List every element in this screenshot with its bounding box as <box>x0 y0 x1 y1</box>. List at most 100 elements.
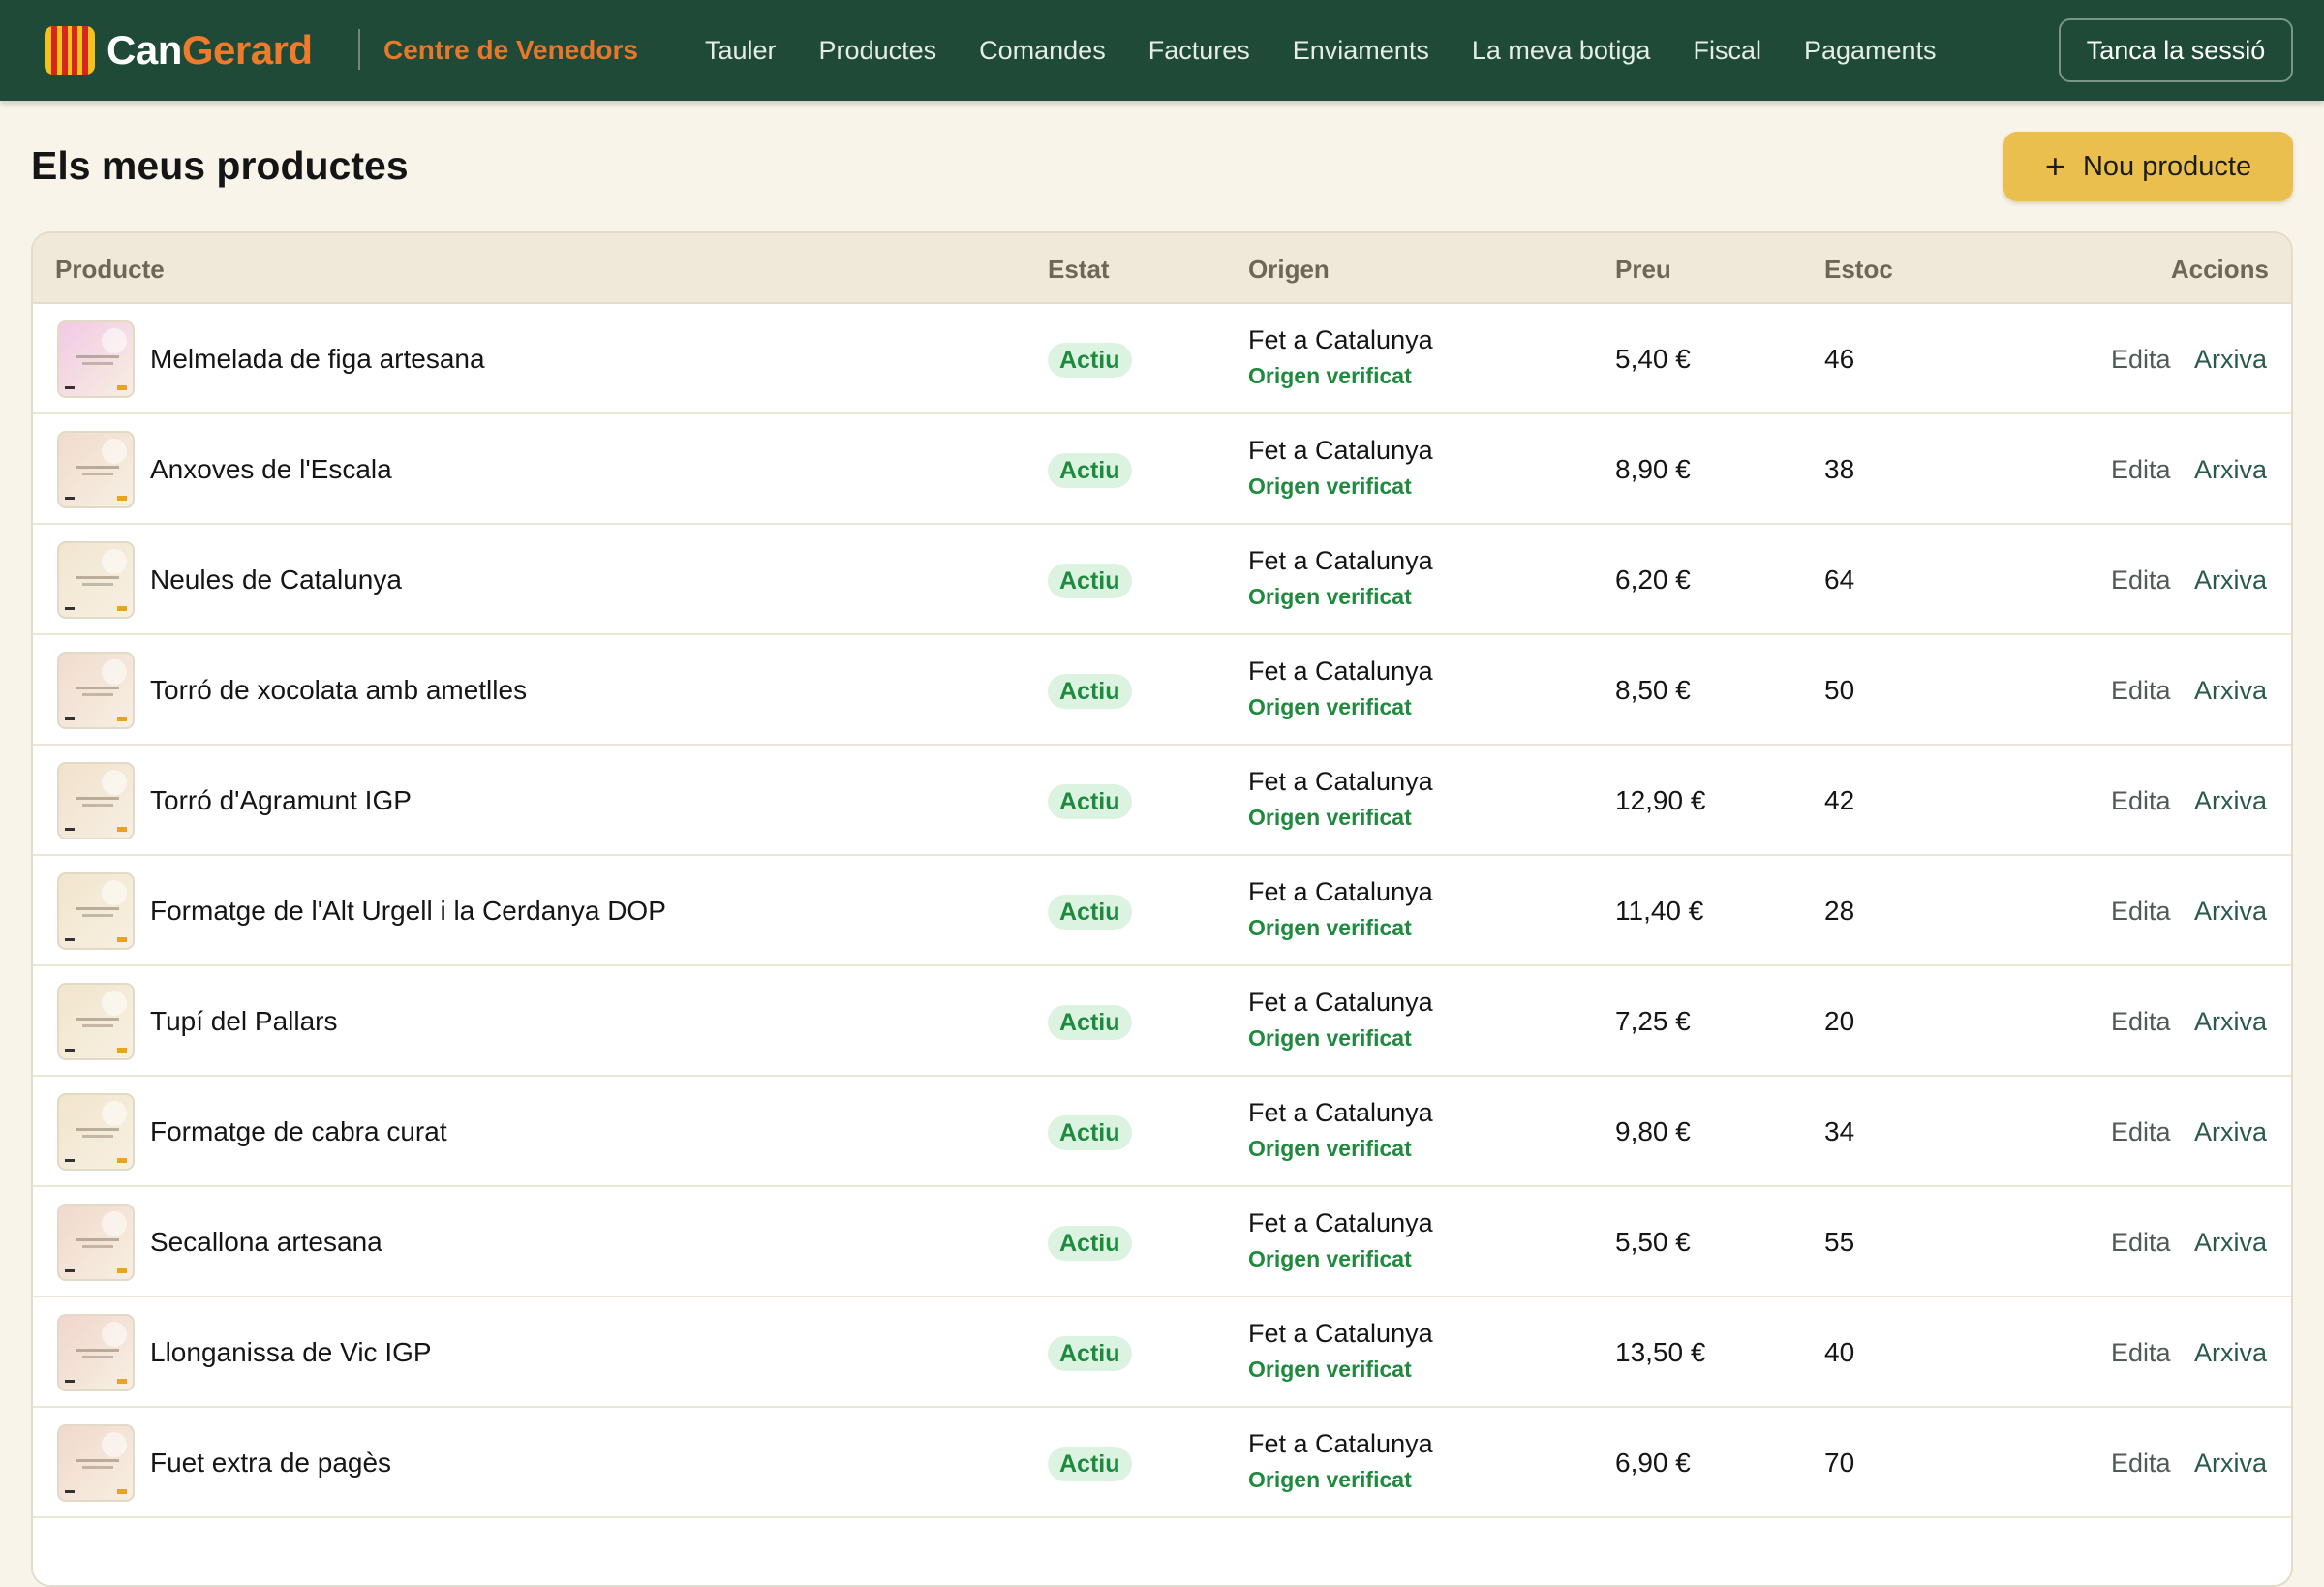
archive-link[interactable]: Arxiva <box>2194 343 2267 376</box>
new-product-button[interactable]: + Nou producte <box>2003 132 2293 201</box>
product-origin: Fet a Catalunya <box>1248 1319 1433 1348</box>
table-row[interactable]: Fuet extra de pagès Actiu Fet a Catalunya O… <box>33 1408 2291 1518</box>
logout-button[interactable]: Tanca la sessió <box>2059 18 2293 82</box>
table-row[interactable]: Neules de Catalunya Actiu Fet a Catalunya O… <box>33 525 2291 635</box>
status-badge: Actiu <box>1048 1447 1132 1481</box>
edit-link[interactable]: Edita <box>2111 1005 2171 1038</box>
product-thumbnail[interactable] <box>57 1424 135 1502</box>
product-stock: 64 <box>1824 565 1855 595</box>
product-name[interactable]: Llonganissa de Vic IGP <box>150 1336 432 1369</box>
section-name[interactable]: Centre de Venedors <box>383 33 638 68</box>
thumbnail-text-line <box>76 1128 119 1131</box>
edit-link[interactable]: Edita <box>2111 674 2171 707</box>
product-name[interactable]: Melmelada de figa artesana <box>150 343 485 376</box>
table-row[interactable]: Tupí del Pallars Actiu Fet a Catalunya Orig… <box>33 966 2291 1077</box>
archive-link[interactable]: Arxiva <box>2194 1336 2267 1369</box>
product-price: 5,40 € <box>1615 344 1691 374</box>
thumbnail-flag-icon <box>117 827 127 832</box>
table-header: Producte Estat Origen Preu Estoc Accions <box>33 233 2291 304</box>
thumbnail-flag-icon <box>117 1379 127 1384</box>
product-thumbnail[interactable] <box>57 1093 135 1171</box>
product-thumbnail[interactable] <box>57 541 135 619</box>
product-stock: 46 <box>1824 344 1855 374</box>
table-row[interactable]: Formatge de l'Alt Urgell i la Cerdanya D… <box>33 856 2291 966</box>
edit-link[interactable]: Edita <box>2111 1447 2171 1480</box>
archive-link[interactable]: Arxiva <box>2194 674 2267 707</box>
edit-link[interactable]: Edita <box>2111 784 2171 817</box>
nav-item-pagaments[interactable]: Pagaments <box>1804 33 1937 68</box>
product-name[interactable]: Torró d'Agramunt IGP <box>150 784 412 817</box>
product-name[interactable]: Formatge de cabra curat <box>150 1115 447 1148</box>
origin-verified-label: Origen verificat <box>1248 694 1412 719</box>
column-header-estat[interactable]: Estat <box>1048 255 1110 284</box>
product-name[interactable]: Anxoves de l'Escala <box>150 453 392 486</box>
edit-link[interactable]: Edita <box>2111 343 2171 376</box>
table-row[interactable]: Torró de xocolata amb ametlles Actiu Fet a… <box>33 635 2291 746</box>
product-name[interactable]: Fuet extra de pagès <box>150 1447 391 1480</box>
edit-link[interactable]: Edita <box>2111 564 2171 596</box>
edit-link[interactable]: Edita <box>2111 1336 2171 1369</box>
nav-item-productes[interactable]: Productes <box>819 33 937 68</box>
archive-link[interactable]: Arxiva <box>2194 1115 2267 1148</box>
product-price: 9,80 € <box>1615 1116 1691 1146</box>
archive-link[interactable]: Arxiva <box>2194 453 2267 486</box>
brand-name[interactable]: CanGerard <box>107 25 313 76</box>
product-stock: 34 <box>1824 1116 1855 1146</box>
product-thumbnail[interactable] <box>57 652 135 729</box>
product-price: 13,50 € <box>1615 1337 1706 1367</box>
thumbnail-tag <box>65 386 75 389</box>
senyera-logo-icon[interactable] <box>45 26 95 75</box>
nav-item-tauler[interactable]: Tauler <box>705 33 777 68</box>
edit-link[interactable]: Edita <box>2111 1226 2171 1259</box>
table-row[interactable]: Torró d'Agramunt IGP Actiu Fet a Catalunya… <box>33 746 2291 856</box>
status-badge: Actiu <box>1048 1115 1132 1150</box>
product-name[interactable]: Secallona artesana <box>150 1226 382 1259</box>
column-header-accions: Accions <box>2170 255 2269 284</box>
thumbnail-decoration <box>102 1101 127 1126</box>
product-origin: Fet a Catalunya <box>1248 656 1433 686</box>
product-thumbnail[interactable] <box>57 1204 135 1281</box>
product-thumbnail[interactable] <box>57 320 135 398</box>
product-price: 12,90 € <box>1615 785 1706 815</box>
column-header-estoc[interactable]: Estoc <box>1824 255 1893 284</box>
table-row[interactable]: Secallona artesana Actiu Fet a Catalunya Or… <box>33 1187 2291 1297</box>
archive-link[interactable]: Arxiva <box>2194 1447 2267 1480</box>
product-stock: 55 <box>1824 1227 1855 1257</box>
product-origin: Fet a Catalunya <box>1248 767 1433 796</box>
product-name[interactable]: Neules de Catalunya <box>150 564 402 596</box>
table-row[interactable]: Melmelada de figa artesana Actiu Fet a Cat… <box>33 304 2291 414</box>
thumbnail-text-line <box>82 1024 113 1027</box>
edit-link[interactable]: Edita <box>2111 895 2171 928</box>
table-row[interactable]: Formatge de cabra curat Actiu Fet a Catalu… <box>33 1077 2291 1187</box>
nav-item-fiscal[interactable]: Fiscal <box>1693 33 1761 68</box>
product-thumbnail[interactable] <box>57 983 135 1060</box>
table-row[interactable]: Anxoves de l'Escala Actiu Fet a Catalunya O… <box>33 414 2291 525</box>
edit-link[interactable]: Edita <box>2111 1115 2171 1148</box>
edit-link[interactable]: Edita <box>2111 453 2171 486</box>
archive-link[interactable]: Arxiva <box>2194 895 2267 928</box>
nav-item-factures[interactable]: Factures <box>1148 33 1250 68</box>
thumbnail-flag-icon <box>117 606 127 611</box>
product-name[interactable]: Formatge de l'Alt Urgell i la Cerdanya D… <box>150 895 666 928</box>
thumbnail-text-line <box>82 693 113 696</box>
column-header-producte[interactable]: Producte <box>55 255 165 284</box>
product-thumbnail[interactable] <box>57 431 135 508</box>
product-name[interactable]: Tupí del Pallars <box>150 1005 338 1038</box>
nav-item-la-meva-botiga[interactable]: La meva botiga <box>1472 33 1651 68</box>
archive-link[interactable]: Arxiva <box>2194 1005 2267 1038</box>
product-name[interactable]: Torró de xocolata amb ametlles <box>150 674 527 707</box>
product-thumbnail[interactable] <box>57 762 135 839</box>
nav-item-enviaments[interactable]: Enviaments <box>1293 33 1429 68</box>
brand-name-part1: Can <box>107 27 182 73</box>
column-header-origen[interactable]: Origen <box>1248 255 1330 284</box>
product-thumbnail[interactable] <box>57 1314 135 1391</box>
column-header-preu[interactable]: Preu <box>1615 255 1671 284</box>
product-thumbnail[interactable] <box>57 872 135 950</box>
table-row[interactable]: Llonganissa de Vic IGP Actiu Fet a Catalun… <box>33 1297 2291 1408</box>
archive-link[interactable]: Arxiva <box>2194 564 2267 596</box>
status-badge: Actiu <box>1048 784 1132 819</box>
archive-link[interactable]: Arxiva <box>2194 784 2267 817</box>
nav-item-comandes[interactable]: Comandes <box>979 33 1106 68</box>
brand-divider <box>358 29 360 70</box>
archive-link[interactable]: Arxiva <box>2194 1226 2267 1259</box>
